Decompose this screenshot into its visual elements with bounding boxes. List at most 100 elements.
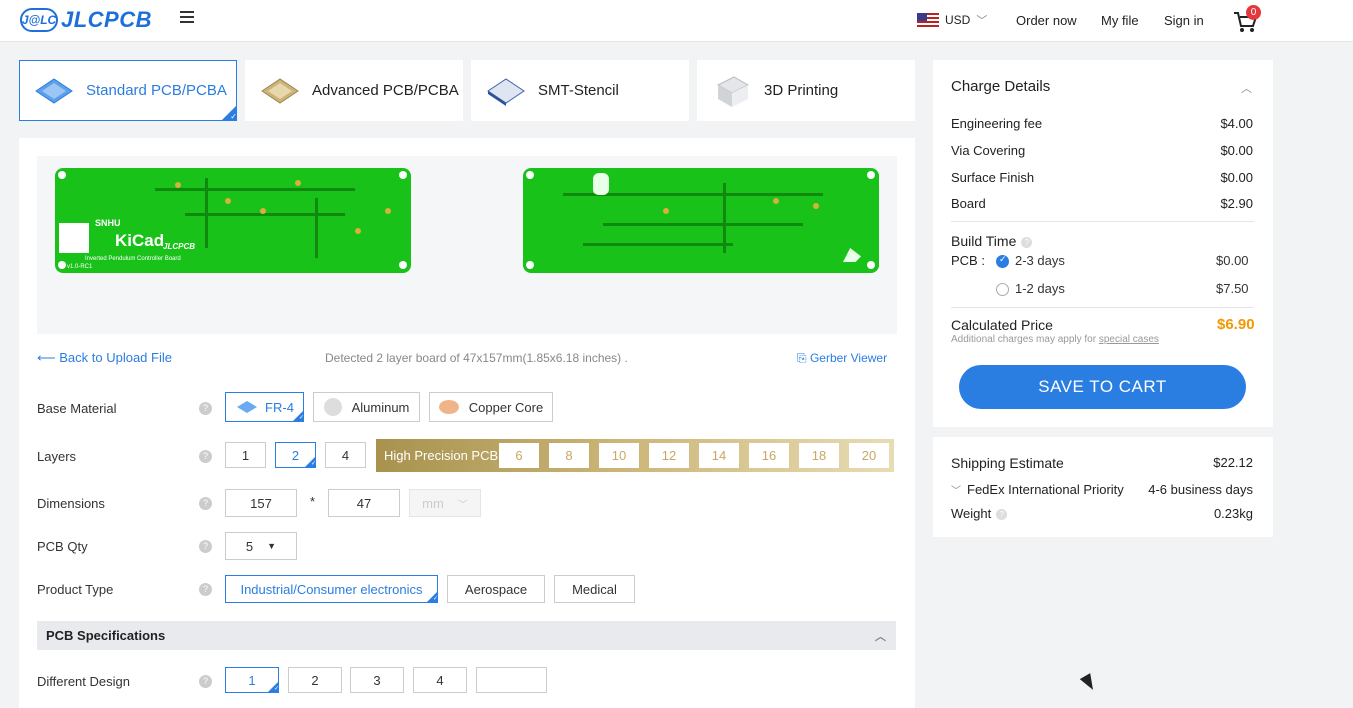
help-icon[interactable]: ? [1021, 236, 1033, 248]
gerber-preview: SNHU KiCad JLCPCB Inverted Pendulum Cont… [37, 156, 897, 334]
selected-check-icon [268, 682, 279, 692]
divider [951, 307, 1254, 308]
layer-option-1[interactable]: 1 [225, 442, 266, 468]
help-icon[interactable]: ? [996, 509, 1008, 521]
tab-smt-stencil[interactable]: SMT-Stencil [471, 60, 689, 121]
design-option-4[interactable]: 4 [413, 667, 467, 693]
selected-check-icon [293, 411, 304, 421]
product-type-medical[interactable]: Medical [554, 575, 635, 603]
tab-label: Advanced PCB/PCBA [312, 82, 459, 99]
caret-down-icon: ▼ [267, 541, 277, 551]
nav-order-now[interactable]: Order now [1016, 0, 1077, 40]
product-type-label: Product Type [37, 582, 114, 597]
top-header: J@LC JLCPCB USD ﹀ Order now My file Sign… [0, 0, 1353, 42]
dimensions-label: Dimensions [37, 496, 105, 511]
radio-checked-icon [996, 254, 1009, 269]
nav-sign-in[interactable]: Sign in [1164, 0, 1204, 40]
back-to-upload-link[interactable]: ⟵ Back to Upload File [37, 350, 172, 366]
material-aluminum[interactable]: Aluminum [313, 392, 420, 422]
layer-option-4[interactable]: 4 [325, 442, 366, 468]
help-icon[interactable]: ? [199, 402, 212, 415]
currency-selector[interactable]: USD ﹀ [917, 0, 987, 40]
board-title-text: Inverted Pendulum Controller Board [85, 256, 181, 262]
hp-layer-16[interactable]: 16 [749, 443, 789, 468]
material-copper-core[interactable]: Copper Core [429, 392, 553, 422]
help-icon[interactable]: ? [199, 675, 212, 688]
tab-label: SMT-Stencil [538, 82, 619, 99]
charge-row-surface-finish: Surface Finish $0.00 [951, 170, 1253, 185]
hp-layer-10[interactable]: 10 [599, 443, 639, 468]
build-option-1-2-days[interactable]: 1-2 days [996, 281, 1065, 297]
calculated-price-label: Calculated Price [951, 317, 1053, 333]
pcb-blue-icon [35, 77, 73, 104]
build-option-2-3-days[interactable]: 2-3 days [996, 253, 1065, 269]
pcb-specifications-header[interactable]: PCB Specifications ︿ [37, 621, 896, 650]
build-option-2-3-days-price: $0.00 [1216, 253, 1249, 268]
dimension-height-input[interactable]: 47 [328, 489, 400, 517]
save-to-cart-button[interactable]: SAVE TO CART [959, 365, 1246, 409]
board-version-text: v1.0-RC1 [67, 264, 93, 270]
pcb-front-image: SNHU KiCad JLCPCB Inverted Pendulum Cont… [55, 168, 411, 273]
chevron-up-icon: ︿ [875, 631, 886, 643]
design-option-2[interactable]: 2 [288, 667, 342, 693]
charge-row-board: Board $2.90 [951, 196, 1253, 211]
radio-unchecked-icon [996, 283, 1009, 297]
product-type-industrial[interactable]: Industrial/Consumer electronics [225, 575, 438, 603]
board-kicad-text: KiCad [115, 231, 165, 250]
price-note: Additional charges may apply for special… [951, 334, 1159, 345]
hp-layer-18[interactable]: 18 [799, 443, 839, 468]
base-material-label: Base Material [37, 401, 117, 416]
hp-layer-20[interactable]: 20 [849, 443, 889, 468]
material-fr4[interactable]: FR-4 [225, 392, 304, 422]
pcb-qty-label: PCB Qty [37, 539, 88, 554]
calculated-price-value: $6.90 [1217, 316, 1255, 333]
help-icon[interactable]: ? [199, 450, 212, 463]
high-precision-label: High Precision PCB [384, 448, 499, 463]
jlcpcb-logo[interactable]: J@LC JLCPCB [20, 5, 152, 35]
different-design-label: Different Design [37, 674, 130, 689]
tab-standard-pcb[interactable]: Standard PCB/PCBA [19, 60, 237, 121]
design-option-3[interactable]: 3 [350, 667, 404, 693]
divider [951, 221, 1254, 222]
arrow-left-icon: ⟵ [37, 350, 60, 365]
selected-check-icon [305, 457, 316, 467]
charge-details-title: Charge Details [951, 78, 1051, 95]
3d-printing-icon [716, 75, 750, 107]
dimension-separator: * [310, 494, 316, 509]
build-time-title: Build Time? [951, 233, 1033, 249]
chevron-up-icon[interactable]: ︿ [1241, 80, 1252, 96]
tab-advanced-pcb[interactable]: Advanced PCB/PCBA [245, 60, 463, 121]
hp-layer-14[interactable]: 14 [699, 443, 739, 468]
weight-row: Weight? 0.23kg [951, 506, 1253, 521]
shipping-method-row[interactable]: ﹀ FedEx International Priority 4-6 busines… [951, 482, 1253, 497]
pcb-qty-select[interactable]: 5 ▼ [225, 532, 297, 560]
layer-option-2[interactable]: 2 [275, 442, 316, 468]
gerber-viewer-link[interactable]: ⎘ Gerber Viewer [797, 351, 887, 366]
dimension-width-input[interactable]: 157 [225, 489, 297, 517]
hp-layer-8[interactable]: 8 [549, 443, 589, 468]
design-option-1[interactable]: 1 [225, 667, 279, 693]
help-icon[interactable]: ? [199, 540, 212, 553]
hp-layer-12[interactable]: 12 [649, 443, 689, 468]
high-precision-pcb-bar: High Precision PCB 6 8 10 12 14 16 18 20 [376, 439, 894, 472]
shipping-estimate-row: Shipping Estimate $22.12 [951, 455, 1253, 471]
tab-3d-printing[interactable]: 3D Printing [697, 60, 915, 121]
qr-code [59, 223, 89, 253]
logo-mark: J@LC [20, 8, 58, 32]
menu-icon[interactable] [180, 11, 194, 25]
help-icon[interactable]: ? [199, 583, 212, 596]
chevron-down-icon: ﹀ [976, 15, 988, 27]
build-pcb-label: PCB : [951, 253, 985, 268]
charge-row-engineering-fee: Engineering fee $4.00 [951, 116, 1253, 131]
design-option-custom[interactable] [476, 667, 547, 693]
product-type-aerospace[interactable]: Aerospace [447, 575, 545, 603]
logo-text: JLCPCB [61, 7, 153, 32]
copper-core-icon [438, 400, 459, 414]
special-cases-link[interactable]: special cases [1099, 334, 1159, 345]
shipping-estimate-panel: Shipping Estimate $22.12 ﹀ FedEx Internati… [933, 437, 1273, 537]
nav-my-file[interactable]: My file [1101, 0, 1139, 40]
unit-select[interactable]: mm ﹀ [409, 489, 481, 517]
hp-layer-6[interactable]: 6 [499, 443, 539, 468]
help-icon[interactable]: ? [199, 497, 212, 510]
charge-row-via-covering: Via Covering $0.00 [951, 143, 1253, 158]
